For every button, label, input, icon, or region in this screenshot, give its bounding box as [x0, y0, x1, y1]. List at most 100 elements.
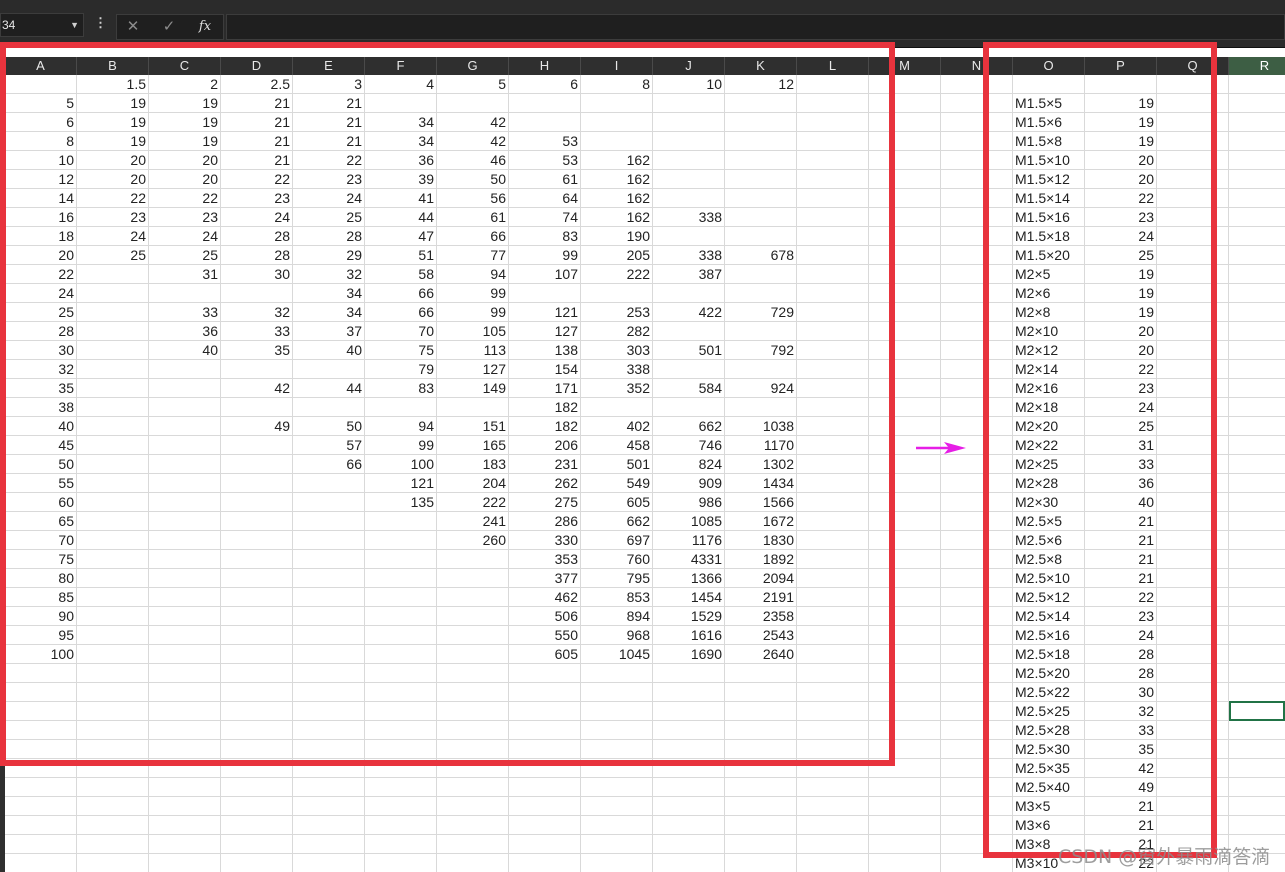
cell[interactable]: 1045: [581, 645, 653, 664]
cell[interactable]: [77, 265, 149, 284]
cell[interactable]: [365, 588, 437, 607]
cell[interactable]: 42: [1085, 759, 1157, 778]
cell[interactable]: [581, 702, 653, 721]
cell[interactable]: 83: [365, 379, 437, 398]
cell[interactable]: [797, 664, 869, 683]
cell[interactable]: [941, 189, 1013, 208]
cell[interactable]: 20: [149, 170, 221, 189]
cell[interactable]: 29: [293, 246, 365, 265]
cell[interactable]: [941, 94, 1013, 113]
cell[interactable]: [1157, 227, 1229, 246]
cell[interactable]: [509, 683, 581, 702]
cell[interactable]: [869, 132, 941, 151]
cell[interactable]: 1434: [725, 474, 797, 493]
cell[interactable]: [797, 265, 869, 284]
cell[interactable]: 28: [293, 227, 365, 246]
cell[interactable]: [221, 569, 293, 588]
cell[interactable]: 924: [725, 379, 797, 398]
cell[interactable]: M2.5×40: [1013, 778, 1085, 797]
cell[interactable]: [797, 94, 869, 113]
cell[interactable]: 85: [5, 588, 77, 607]
cell[interactable]: [1229, 531, 1285, 550]
cell[interactable]: [1157, 75, 1229, 94]
cell[interactable]: [365, 531, 437, 550]
cell[interactable]: 100: [365, 455, 437, 474]
cell[interactable]: [941, 740, 1013, 759]
cell[interactable]: 2640: [725, 645, 797, 664]
cell[interactable]: [797, 379, 869, 398]
cell[interactable]: [869, 398, 941, 417]
cell[interactable]: [221, 588, 293, 607]
cell[interactable]: 1892: [725, 550, 797, 569]
cell[interactable]: [1157, 322, 1229, 341]
cell[interactable]: [653, 702, 725, 721]
cell[interactable]: 49: [1085, 778, 1157, 797]
cell[interactable]: [941, 113, 1013, 132]
cell[interactable]: [941, 284, 1013, 303]
cell[interactable]: [5, 702, 77, 721]
cell[interactable]: 22: [1085, 360, 1157, 379]
cell[interactable]: 1170: [725, 436, 797, 455]
cell[interactable]: [149, 740, 221, 759]
cell[interactable]: [941, 778, 1013, 797]
name-box[interactable]: 34 ▼: [0, 13, 84, 37]
cell[interactable]: 10: [653, 75, 725, 94]
cell[interactable]: [581, 94, 653, 113]
cell[interactable]: 338: [653, 246, 725, 265]
cell[interactable]: [1229, 664, 1285, 683]
cell[interactable]: M2.5×12: [1013, 588, 1085, 607]
cell[interactable]: 99: [437, 284, 509, 303]
cell[interactable]: 506: [509, 607, 581, 626]
cell[interactable]: [1157, 721, 1229, 740]
cell[interactable]: [293, 493, 365, 512]
cell[interactable]: [797, 702, 869, 721]
cell[interactable]: [1229, 113, 1285, 132]
cell[interactable]: [1157, 341, 1229, 360]
cell[interactable]: 38: [5, 398, 77, 417]
cell[interactable]: 23: [1085, 379, 1157, 398]
cell[interactable]: [77, 835, 149, 854]
cell[interactable]: [1229, 94, 1285, 113]
cell[interactable]: 387: [653, 265, 725, 284]
cell[interactable]: 37: [293, 322, 365, 341]
cell[interactable]: 61: [509, 170, 581, 189]
cell[interactable]: [797, 189, 869, 208]
cell[interactable]: [581, 113, 653, 132]
cell[interactable]: 95: [5, 626, 77, 645]
cell[interactable]: 21: [1085, 797, 1157, 816]
cell[interactable]: [869, 303, 941, 322]
cell[interactable]: 2.5: [221, 75, 293, 94]
cell[interactable]: 377: [509, 569, 581, 588]
cell[interactable]: [437, 664, 509, 683]
cell[interactable]: M2.5×10: [1013, 569, 1085, 588]
cell[interactable]: [1229, 170, 1285, 189]
cell[interactable]: 1830: [725, 531, 797, 550]
cell[interactable]: [653, 683, 725, 702]
cell[interactable]: 75: [365, 341, 437, 360]
cell[interactable]: 19: [1085, 113, 1157, 132]
cell[interactable]: 127: [437, 360, 509, 379]
cell[interactable]: 1566: [725, 493, 797, 512]
cell[interactable]: M2.5×30: [1013, 740, 1085, 759]
cell[interactable]: [869, 664, 941, 683]
cell[interactable]: M3×6: [1013, 816, 1085, 835]
cell[interactable]: 584: [653, 379, 725, 398]
cell[interactable]: 1529: [653, 607, 725, 626]
cell[interactable]: 23: [293, 170, 365, 189]
cell[interactable]: [365, 778, 437, 797]
cell[interactable]: 549: [581, 474, 653, 493]
cell[interactable]: [581, 778, 653, 797]
cell[interactable]: [149, 835, 221, 854]
cell[interactable]: 760: [581, 550, 653, 569]
cell[interactable]: [1157, 550, 1229, 569]
cell[interactable]: 66: [365, 284, 437, 303]
cell[interactable]: 21: [221, 94, 293, 113]
cell[interactable]: [653, 170, 725, 189]
cell[interactable]: [149, 512, 221, 531]
cell[interactable]: 121: [509, 303, 581, 322]
cell[interactable]: [581, 721, 653, 740]
cell[interactable]: [221, 360, 293, 379]
cell[interactable]: [1157, 474, 1229, 493]
cell[interactable]: [509, 664, 581, 683]
cell[interactable]: [221, 607, 293, 626]
